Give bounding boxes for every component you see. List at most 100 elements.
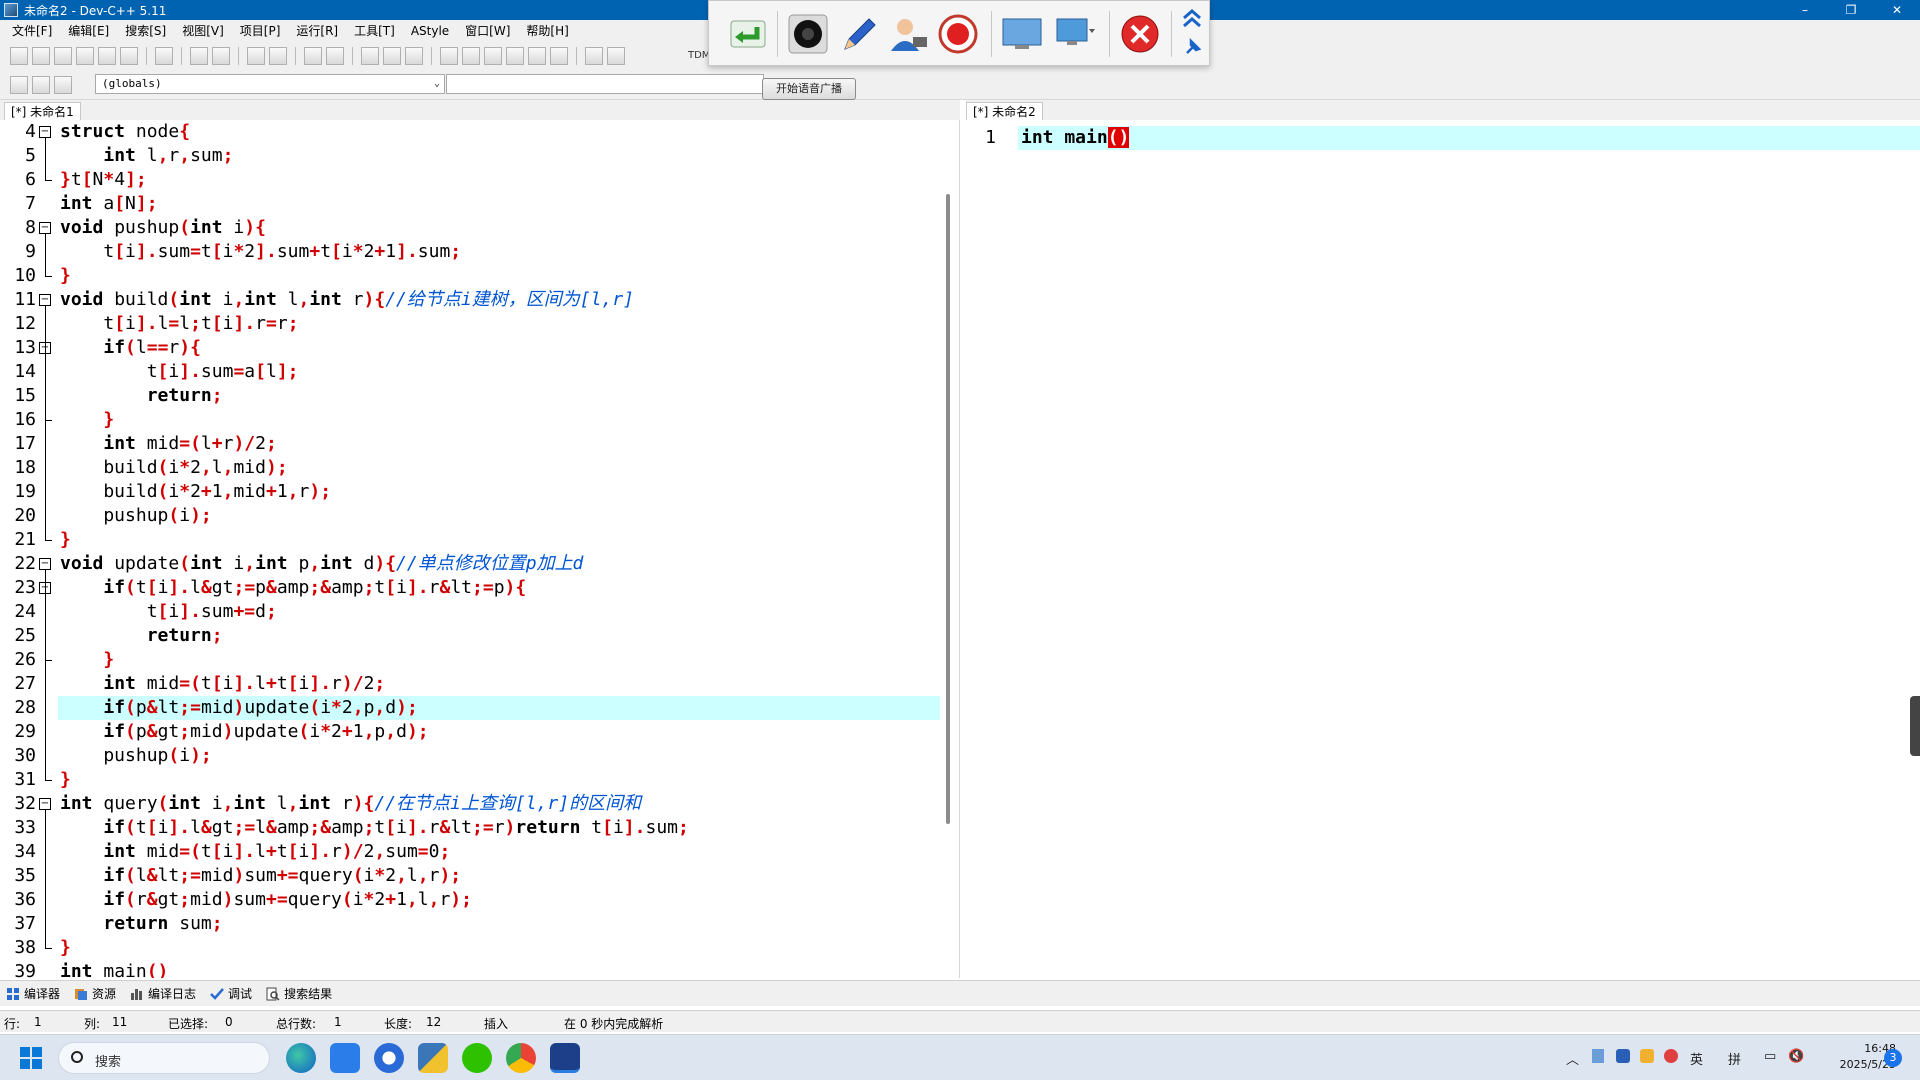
menu-astyle[interactable]: AStyle bbox=[403, 20, 457, 42]
browser-icon[interactable] bbox=[374, 1043, 404, 1073]
python-icon[interactable] bbox=[418, 1043, 448, 1073]
ime-language[interactable]: 英 bbox=[1690, 1049, 1703, 1068]
open-file-icon[interactable] bbox=[32, 47, 50, 65]
edge-icon[interactable] bbox=[286, 1043, 316, 1073]
shield-icon[interactable] bbox=[1616, 1049, 1630, 1063]
code-line: return sum; bbox=[103, 913, 223, 934]
close-all-icon[interactable] bbox=[120, 47, 138, 65]
tab-untitled-1[interactable]: [*] 未命名1 bbox=[4, 102, 81, 120]
replace-icon[interactable] bbox=[269, 47, 287, 65]
new-file-icon[interactable] bbox=[10, 47, 28, 65]
stop-icon[interactable] bbox=[550, 47, 568, 65]
tab-resources[interactable]: 资源 bbox=[74, 985, 116, 1002]
save-icon[interactable] bbox=[54, 47, 72, 65]
tab-label: 调试 bbox=[228, 987, 253, 1001]
tab-compiler[interactable]: 编译器 bbox=[6, 985, 60, 1002]
indent-icon[interactable] bbox=[383, 47, 401, 65]
chevron-down-icon[interactable]: ⌄ bbox=[434, 75, 440, 93]
rebuild-icon[interactable] bbox=[506, 47, 524, 65]
code-line: t[i].sum=t[i*2].sum+t[i*2+1].sum; bbox=[60, 241, 462, 262]
fold-toggle-icon[interactable]: − bbox=[39, 222, 51, 234]
ime-mode[interactable]: 拼 bbox=[1728, 1049, 1741, 1068]
line-number: 27 bbox=[14, 673, 36, 694]
goto-icon[interactable] bbox=[32, 75, 50, 94]
minimize-button[interactable]: – bbox=[1782, 0, 1828, 20]
member-combo[interactable] bbox=[446, 74, 764, 94]
volume-muted-icon[interactable]: 🔇 bbox=[1788, 1049, 1804, 1064]
menu-help[interactable]: 帮助[H] bbox=[518, 20, 576, 42]
vertical-scrollbar[interactable] bbox=[946, 194, 950, 824]
network-icon[interactable]: ▭ bbox=[1764, 1049, 1776, 1064]
menu-file[interactable]: 文件[F] bbox=[4, 20, 60, 42]
bookmark-icon[interactable] bbox=[54, 75, 72, 94]
chrome-icon[interactable] bbox=[506, 1043, 536, 1073]
notification-badge[interactable]: 3 bbox=[1884, 1049, 1902, 1067]
exit-icon[interactable] bbox=[1119, 13, 1161, 55]
fold-toggle-icon[interactable]: − bbox=[39, 294, 51, 306]
insert-icon[interactable] bbox=[10, 75, 28, 94]
menu-window[interactable]: 窗口[W] bbox=[457, 20, 518, 42]
windows-start-icon[interactable] bbox=[20, 1047, 42, 1069]
tab-compile-log[interactable]: 编译日志 bbox=[130, 985, 196, 1002]
undo-icon[interactable] bbox=[190, 47, 208, 65]
menu-search[interactable]: 搜索[S] bbox=[117, 20, 174, 42]
devcpp-icon[interactable] bbox=[550, 1043, 580, 1073]
monitor-dropdown-icon[interactable] bbox=[1055, 13, 1097, 55]
save-all-icon[interactable] bbox=[76, 47, 94, 65]
tab-debug[interactable]: 调试 bbox=[210, 985, 252, 1002]
side-panel-handle[interactable] bbox=[1910, 696, 1920, 756]
collapse-up-icon[interactable] bbox=[1179, 5, 1205, 31]
code-line: if(t[i].l&gt;=l&amp;&amp;t[i].r&lt;=r)re… bbox=[103, 817, 689, 838]
syntax-check-icon[interactable] bbox=[528, 47, 546, 65]
menu-project[interactable]: 项目[P] bbox=[232, 20, 289, 42]
close-button[interactable]: ✕ bbox=[1874, 0, 1920, 20]
pen-icon[interactable] bbox=[837, 13, 879, 55]
tray-app-icon[interactable] bbox=[1592, 1049, 1604, 1063]
user-icon[interactable] bbox=[887, 13, 929, 55]
code-line: if(t[i].l&gt;=p&amp;&amp;t[i].r&lt;=p){ bbox=[103, 577, 527, 598]
start-voice-broadcast-button[interactable]: 开始语音广播 bbox=[762, 78, 856, 100]
right-code-editor[interactable]: 1 int main() bbox=[966, 120, 1920, 978]
fold-toggle-icon[interactable]: − bbox=[39, 798, 51, 810]
compile-run-icon[interactable] bbox=[484, 47, 502, 65]
find-icon[interactable] bbox=[247, 47, 265, 65]
fold-end-marker bbox=[45, 276, 52, 277]
print-icon[interactable] bbox=[155, 47, 173, 65]
tray-badge-icon[interactable] bbox=[1640, 1049, 1654, 1063]
menu-tools[interactable]: 工具[T] bbox=[346, 20, 403, 42]
menu-edit[interactable]: 编辑[E] bbox=[60, 20, 117, 42]
compile-icon[interactable] bbox=[440, 47, 458, 65]
tab-search-results[interactable]: 搜索结果 bbox=[266, 985, 332, 1002]
comment-icon[interactable] bbox=[405, 47, 423, 65]
goto-line-icon[interactable] bbox=[304, 47, 322, 65]
pin-icon[interactable] bbox=[1181, 37, 1203, 59]
fold-toggle-icon[interactable]: − bbox=[39, 126, 51, 138]
toggle-bookmark-icon[interactable] bbox=[326, 47, 344, 65]
left-code-editor[interactable]: 4− struct node{5 int l,r,sum; 6}t[N*4]; 7 in… bbox=[0, 120, 960, 978]
feishu-icon[interactable] bbox=[330, 1043, 360, 1073]
tray-expand-icon[interactable]: ︿ bbox=[1566, 1049, 1579, 1068]
return-icon[interactable] bbox=[727, 13, 769, 55]
taskbar-search[interactable]: 搜索 bbox=[58, 1042, 270, 1074]
tab-untitled-2[interactable]: [*] 未命名2 bbox=[966, 102, 1043, 120]
code-line: int main() bbox=[1021, 126, 1130, 150]
record-icon[interactable] bbox=[937, 13, 979, 55]
redo-icon[interactable] bbox=[212, 47, 230, 65]
line-number: 12 bbox=[14, 313, 36, 334]
menu-run[interactable]: 运行[R] bbox=[288, 20, 346, 42]
line-number: 14 bbox=[14, 361, 36, 382]
menu-view[interactable]: 视图[V] bbox=[174, 20, 232, 42]
close-file-icon[interactable] bbox=[98, 47, 116, 65]
camera-icon[interactable] bbox=[787, 13, 829, 55]
tray-sync-icon[interactable] bbox=[1664, 1049, 1678, 1063]
wechat-icon[interactable] bbox=[462, 1043, 492, 1073]
screen-broadcast-icon[interactable] bbox=[1001, 13, 1043, 55]
fold-toggle-icon[interactable]: − bbox=[39, 558, 51, 570]
code-line: int mid=(t[i].l+t[i].r)/2,sum=0; bbox=[103, 841, 451, 862]
debug-icon[interactable] bbox=[607, 47, 625, 65]
maximize-button[interactable]: ❐ bbox=[1828, 0, 1874, 20]
chart-icon[interactable] bbox=[585, 47, 603, 65]
run-icon[interactable] bbox=[462, 47, 480, 65]
unindent-icon[interactable] bbox=[361, 47, 379, 65]
scope-combo[interactable]: (globals) ⌄ bbox=[95, 74, 445, 94]
